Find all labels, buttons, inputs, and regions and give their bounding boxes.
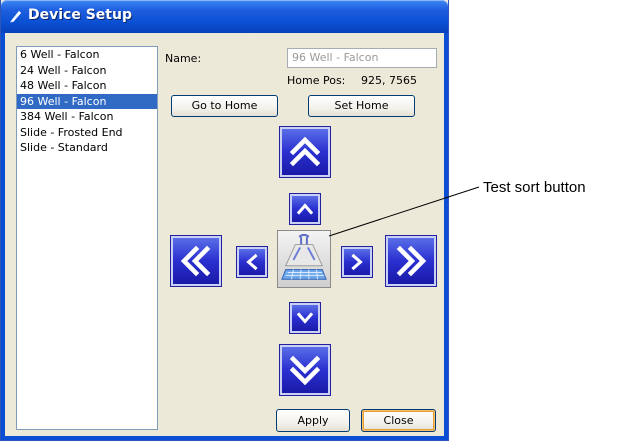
move-up-small-button[interactable]: [290, 194, 320, 224]
name-label: Name:: [165, 52, 202, 65]
double-chevron-down-icon: [289, 355, 321, 386]
device-list[interactable]: 6 Well - Falcon 24 Well - Falcon 48 Well…: [16, 46, 158, 430]
list-item[interactable]: 24 Well - Falcon: [17, 63, 157, 79]
window-title: Device Setup: [28, 7, 132, 23]
title-bar[interactable]: Device Setup: [1, 0, 448, 33]
move-down-large-button[interactable]: [280, 345, 330, 395]
window-frame-bottom: [1, 436, 448, 440]
name-field[interactable]: 96 Well - Falcon: [287, 48, 437, 68]
home-pos-value: 925, 7565: [361, 74, 417, 87]
device-setup-window: Device Setup 6 Well - Falcon 24 Well - F…: [0, 0, 449, 441]
pen-icon: [10, 10, 22, 23]
double-chevron-right-icon: [396, 245, 427, 277]
move-right-large-button[interactable]: [386, 236, 436, 286]
list-item[interactable]: Slide - Frosted End: [17, 125, 157, 141]
list-item[interactable]: 384 Well - Falcon: [17, 109, 157, 125]
home-pos-label: Home Pos:: [287, 74, 346, 87]
chevron-right-icon: [351, 253, 363, 271]
list-item[interactable]: 6 Well - Falcon: [17, 47, 157, 63]
window-frame-right: [444, 33, 448, 437]
window-frame-left: [1, 33, 5, 437]
close-button[interactable]: Close: [361, 409, 436, 432]
move-left-small-button[interactable]: [237, 247, 267, 277]
chevron-left-icon: [246, 253, 258, 271]
chevron-down-icon: [296, 312, 314, 324]
move-up-large-button[interactable]: [280, 127, 330, 177]
apply-button[interactable]: Apply: [276, 409, 350, 432]
list-item[interactable]: 48 Well - Falcon: [17, 78, 157, 94]
set-home-button[interactable]: Set Home: [308, 95, 415, 117]
test-sort-icon: [281, 233, 327, 280]
callout-label: Test sort button: [483, 179, 586, 196]
chevron-up-icon: [296, 203, 314, 215]
move-left-large-button[interactable]: [171, 236, 221, 286]
go-to-home-button[interactable]: Go to Home: [171, 95, 278, 117]
list-item-selected[interactable]: 96 Well - Falcon: [17, 93, 157, 109]
move-down-small-button[interactable]: [290, 303, 320, 333]
double-chevron-up-icon: [289, 136, 321, 167]
test-sort-button[interactable]: [277, 230, 331, 288]
list-item[interactable]: Slide - Standard: [17, 140, 157, 156]
double-chevron-left-icon: [180, 245, 211, 277]
move-right-small-button[interactable]: [342, 247, 372, 277]
